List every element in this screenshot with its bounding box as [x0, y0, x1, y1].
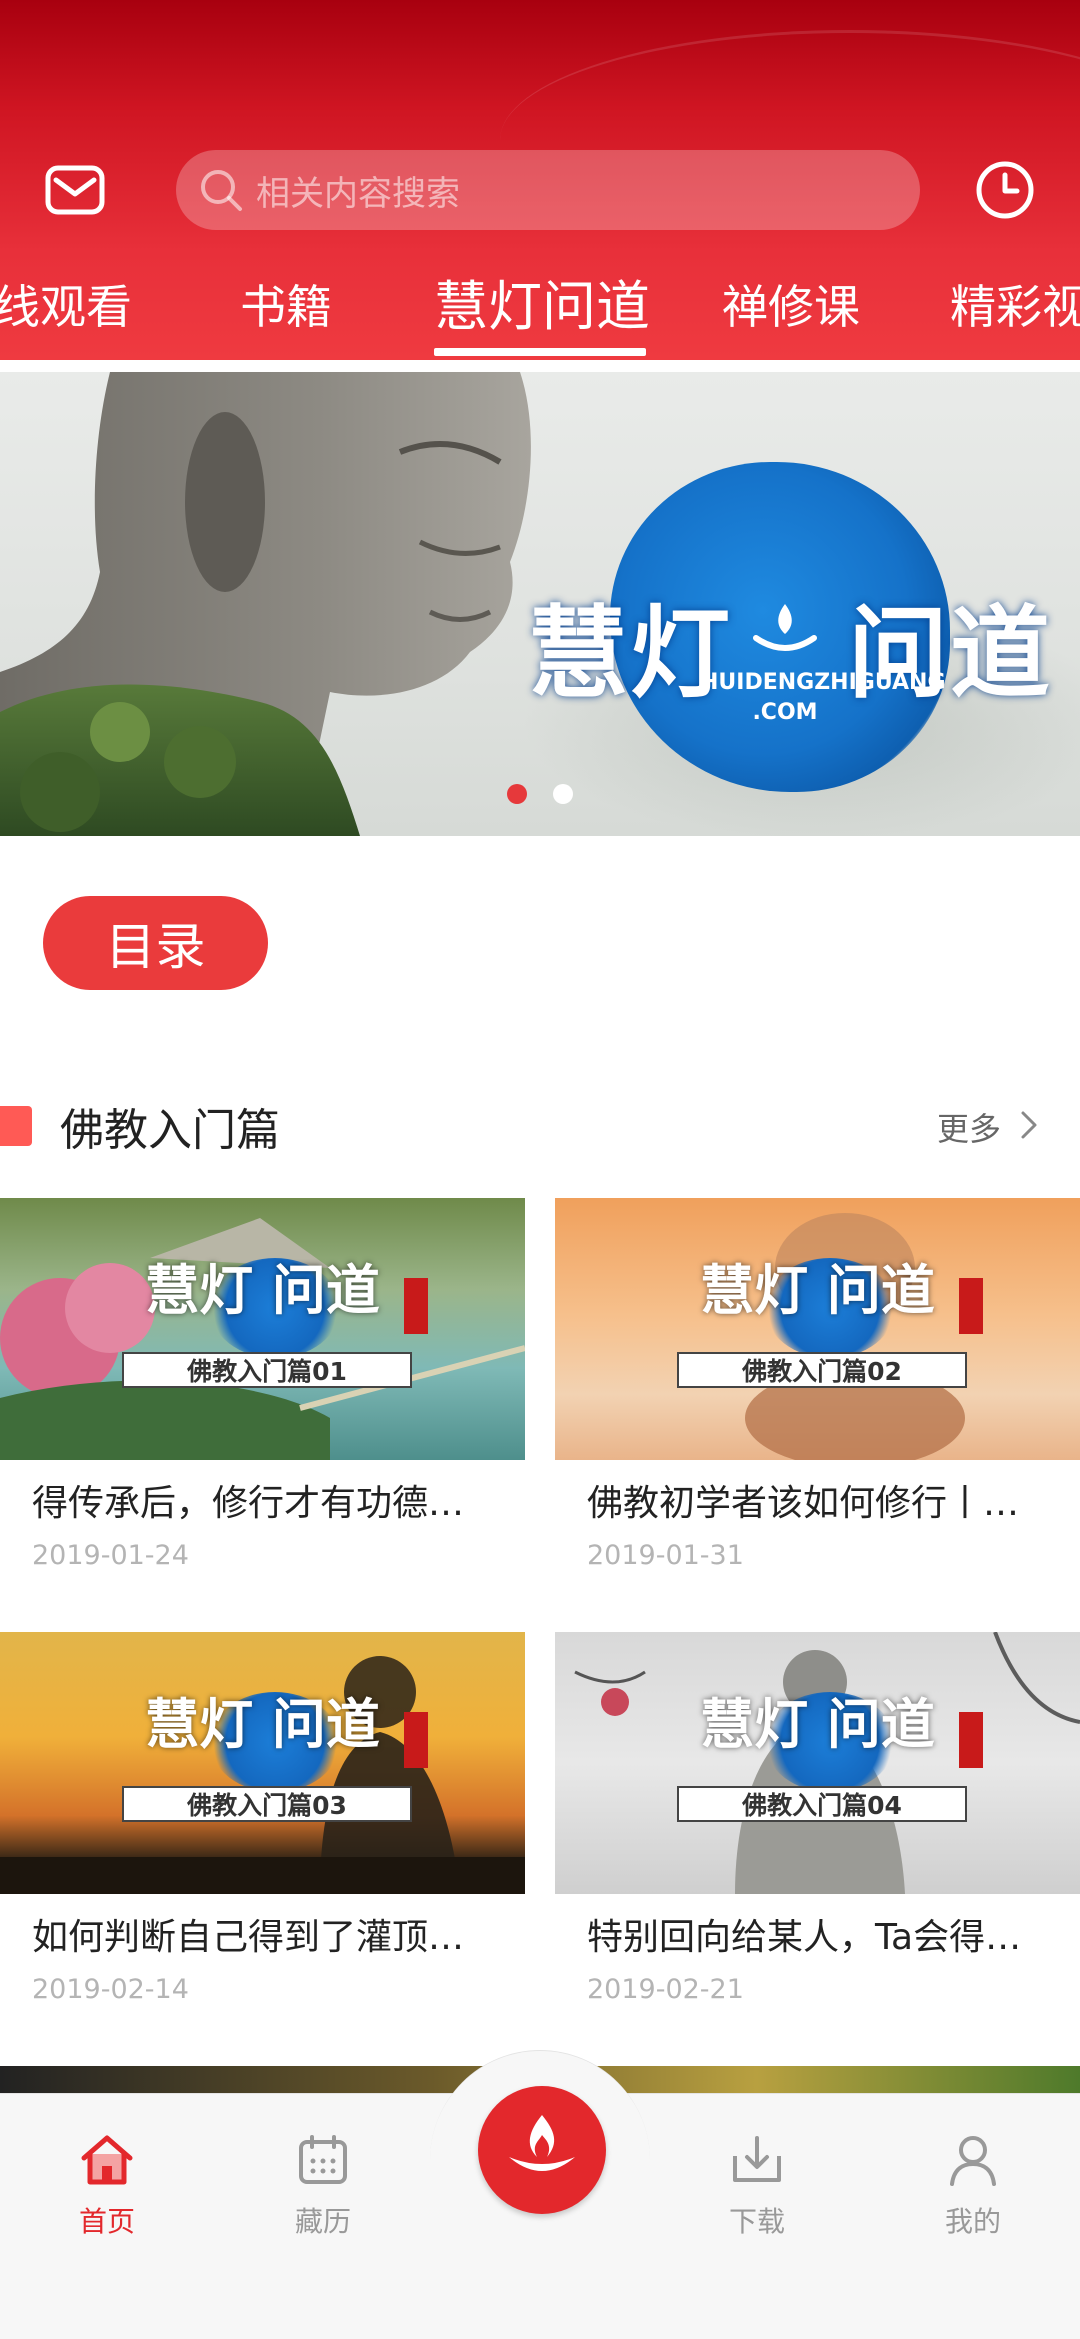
video-date: 2019-02-14 — [32, 1974, 189, 2005]
thumbnail-episode-label: 佛教入门篇03 — [122, 1786, 412, 1822]
search-icon — [201, 170, 242, 211]
video-title[interactable]: 佛教初学者该如何修行丨… — [555, 1474, 1075, 1526]
season-seal — [959, 1278, 983, 1334]
carousel-dot-active[interactable] — [507, 784, 527, 804]
thumbnail-logo-text: 慧灯 问道 — [145, 1258, 380, 1322]
season-seal — [404, 1712, 428, 1768]
video-thumbnail[interactable]: 慧灯 问道 佛教入门篇02 — [555, 1198, 1080, 1460]
search-placeholder: 相关内容搜索 — [256, 173, 460, 214]
tab-books[interactable]: 书籍 — [240, 262, 332, 360]
calendar-icon — [299, 2135, 347, 2184]
video-card[interactable]: 慧灯 问道 佛教入门篇04 特别回向给某人，Ta会得… 2019-02-21 — [555, 1632, 1080, 2005]
video-date: 2019-02-21 — [587, 1974, 744, 2005]
video-title[interactable]: 如何判断自己得到了灌顶… — [0, 1908, 520, 1960]
thumbnail-episode-label: 佛教入门篇01 — [122, 1352, 412, 1388]
banner-logo-char: 慧 — [528, 594, 628, 712]
header: 相关内容搜索 线观看 书籍 慧灯问道 禅修课 精彩视 — [0, 0, 1080, 360]
video-card[interactable]: 慧灯 问道 佛教入门篇03 如何判断自己得到了灌顶… 2019-02-14 — [0, 1632, 525, 2005]
nav-home-label: 首页 — [78, 2205, 135, 2238]
user-icon — [950, 2136, 996, 2186]
search-input[interactable]: 相关内容搜索 — [176, 150, 920, 230]
category-tabs: 线观看 书籍 慧灯问道 禅修课 精彩视 — [0, 262, 1080, 360]
video-date: 2019-01-31 — [587, 1540, 744, 1571]
banner-url-line2: .COM — [752, 700, 818, 725]
video-card[interactable]: 慧灯 问道 佛教入门篇01 得传承后，修行才有功德… 2019-01-24 — [0, 1198, 525, 1571]
nav-calendar-label: 藏历 — [294, 2205, 351, 2238]
catalog-button[interactable]: 目录 — [43, 896, 268, 990]
clock-icon — [976, 161, 1034, 219]
thumbnail-logo-text: 慧灯 问道 — [145, 1692, 380, 1756]
section-marker — [0, 1106, 32, 1146]
nav-download-label: 下载 — [728, 2205, 785, 2238]
season-seal — [959, 1712, 983, 1768]
video-title[interactable]: 得传承后，修行才有功德… — [0, 1474, 520, 1526]
video-card[interactable]: 慧灯 问道 佛教入门篇02 佛教初学者该如何修行丨… 2019-01-31 — [555, 1198, 1080, 1571]
thumbnail-logo-text: 慧灯 问道 — [700, 1692, 935, 1756]
video-thumbnail[interactable]: 慧灯 问道 佛教入门篇01 — [0, 1198, 525, 1460]
tab-live[interactable]: 线观看 — [0, 262, 132, 360]
carousel-dot[interactable] — [553, 784, 573, 804]
nav-download[interactable]: 下载 — [687, 2134, 827, 2240]
thumbnail-episode-label: 佛教入门篇02 — [677, 1352, 967, 1388]
video-date: 2019-01-24 — [32, 1540, 189, 1571]
center-action-button[interactable] — [478, 2086, 606, 2214]
buddha-statue-image — [0, 372, 531, 836]
banner-carousel[interactable]: 慧 灯 问 道 HUIDENGZHIGUANG .COM — [0, 372, 1080, 836]
lamp-flame-icon — [509, 2115, 575, 2171]
banner-logo-char: 道 — [950, 594, 1050, 712]
download-icon — [733, 2136, 781, 2182]
nav-home[interactable]: 首页 — [37, 2134, 177, 2240]
bottom-navigation: 首页 藏历 下载 我的 — [0, 2050, 1080, 2339]
tab-featured-videos[interactable]: 精彩视 — [950, 262, 1080, 360]
video-title[interactable]: 特别回向给某人，Ta会得… — [555, 1908, 1075, 1960]
home-icon — [81, 2135, 133, 2185]
active-tab-indicator — [434, 348, 646, 356]
chevron-right-icon[interactable] — [1020, 1110, 1038, 1140]
message-button[interactable] — [35, 150, 115, 230]
section-title: 佛教入门篇 — [60, 1105, 280, 1156]
thumbnail-logo-text: 慧灯 问道 — [700, 1258, 935, 1322]
more-link[interactable]: 更多 — [937, 1104, 1001, 1150]
nav-mine-label: 我的 — [944, 2205, 1001, 2238]
mail-icon — [45, 165, 105, 215]
tab-huideng-wendao[interactable]: 慧灯问道 — [434, 262, 650, 360]
tab-meditation-course[interactable]: 禅修课 — [722, 262, 860, 360]
history-button[interactable] — [965, 150, 1045, 230]
banner-url-line1: HUIDENGZHIGUANG — [700, 670, 946, 695]
thumbnail-episode-label: 佛教入门篇04 — [677, 1786, 967, 1822]
video-thumbnail[interactable]: 慧灯 问道 佛教入门篇03 — [0, 1632, 525, 1894]
nav-calendar[interactable]: 藏历 — [253, 2134, 393, 2240]
nav-mine[interactable]: 我的 — [903, 2134, 1043, 2240]
lamp-flame-icon — [753, 604, 817, 651]
video-thumbnail[interactable]: 慧灯 问道 佛教入门篇04 — [555, 1632, 1080, 1894]
season-seal — [404, 1278, 428, 1334]
